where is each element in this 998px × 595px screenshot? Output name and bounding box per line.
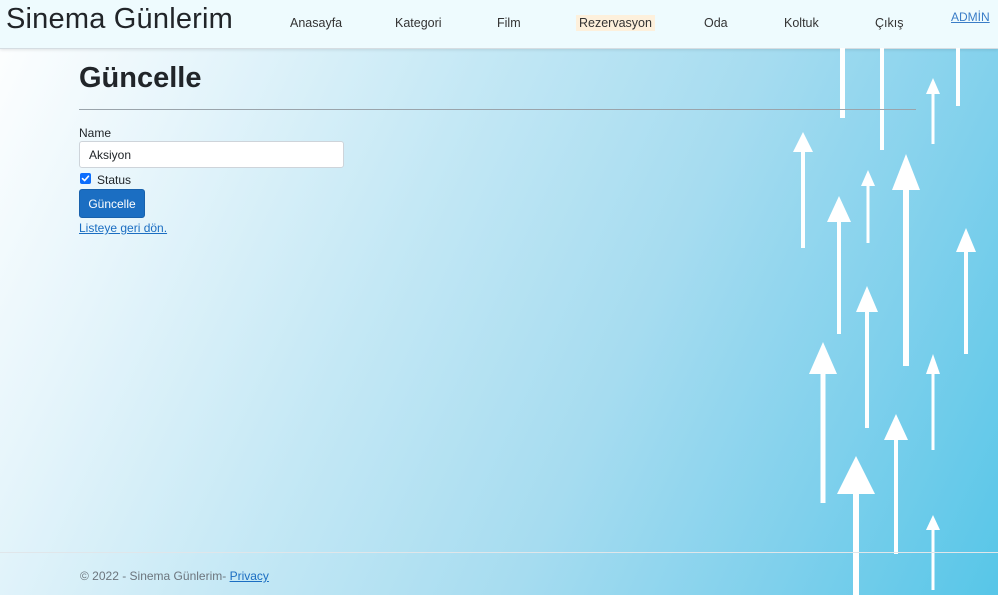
name-label: Name bbox=[79, 126, 112, 140]
nav-link-rezervasyon[interactable]: Rezervasyon bbox=[576, 15, 655, 31]
back-to-list-link[interactable]: Listeye geri dön. bbox=[79, 221, 167, 235]
nav-link-anasayfa[interactable]: Anasayfa bbox=[287, 15, 345, 31]
nav-link-oda[interactable]: Oda bbox=[701, 15, 731, 31]
nav-link-film[interactable]: Film bbox=[494, 15, 524, 31]
name-input[interactable] bbox=[79, 141, 344, 168]
nav-link-kategori[interactable]: Kategori bbox=[392, 15, 445, 31]
status-label[interactable]: Status bbox=[97, 173, 131, 187]
update-button[interactable]: Güncelle bbox=[79, 189, 145, 218]
nav-link-koltuk[interactable]: Koltuk bbox=[781, 15, 822, 31]
brand-logo[interactable]: Sinema Günlerim bbox=[6, 3, 233, 36]
status-checkbox[interactable] bbox=[80, 173, 91, 184]
nav-link-cikis[interactable]: Çıkış bbox=[872, 15, 906, 31]
background-arrows-decoration bbox=[793, 48, 976, 595]
user-admin-link[interactable]: ADMİN bbox=[951, 10, 990, 24]
top-navbar: Sinema Günlerim Anasayfa Kategori Film R… bbox=[0, 0, 998, 49]
footer: © 2022 - Sinema Günlerim- Privacy bbox=[80, 569, 269, 583]
privacy-link[interactable]: Privacy bbox=[230, 569, 269, 583]
checkmark-icon bbox=[81, 175, 90, 182]
page-title: Güncelle bbox=[79, 62, 202, 94]
footer-divider bbox=[0, 552, 998, 553]
footer-copyright: © 2022 - Sinema Günlerim- bbox=[80, 569, 227, 583]
title-divider bbox=[79, 109, 916, 110]
